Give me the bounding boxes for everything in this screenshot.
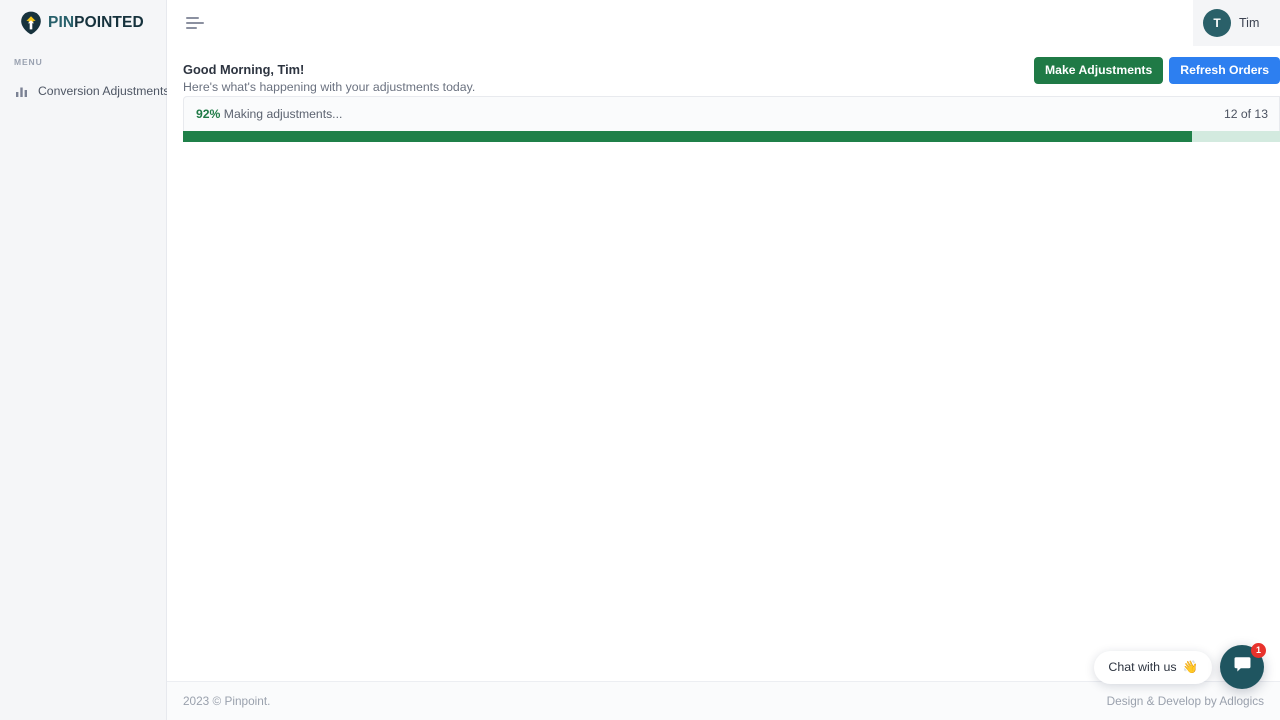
chat-bubble-icon (1233, 655, 1252, 679)
progress-status: 92% Making adjustments... (196, 107, 342, 121)
progress-section: 92% Making adjustments... 12 of 13 (167, 96, 1280, 142)
content-area (167, 142, 1280, 681)
bar-chart-icon (15, 85, 28, 98)
avatar: T (1203, 9, 1231, 37)
chat-pill-label: Chat with us (1108, 660, 1177, 674)
user-name-label: Tim (1239, 16, 1260, 30)
sidebar-item-conversion-adjustments[interactable]: Conversion Adjustments (0, 78, 170, 104)
chat-with-us-pill[interactable]: Chat with us 👋 (1094, 650, 1212, 684)
user-menu[interactable]: T Tim (1193, 0, 1280, 46)
footer-copyright: 2023 © Pinpoint. (183, 694, 271, 708)
footer-credits: Design & Develop by Adlogics (1106, 694, 1264, 708)
top-header: T Tim (167, 0, 1280, 46)
progress-card: 92% Making adjustments... 12 of 13 (183, 96, 1280, 131)
hamburger-line-2 (186, 22, 204, 24)
chat-launcher-button[interactable]: 1 (1220, 643, 1266, 689)
refresh-orders-button[interactable]: Refresh Orders (1169, 57, 1280, 85)
hamburger-menu-icon[interactable] (186, 16, 204, 30)
hamburger-line-3 (186, 27, 197, 29)
brand-logo[interactable]: PINPOINTED (0, 0, 166, 46)
brand-wordmark: PINPOINTED (48, 15, 144, 31)
progress-percent-label: 92% (196, 107, 221, 121)
progress-bar-track (183, 131, 1280, 142)
app-root: PINPOINTED MENU Conversion Adjustments T… (0, 0, 1280, 720)
action-buttons: Make Adjustments Refresh Orders (1034, 57, 1280, 85)
sidebar-item-label: Conversion Adjustments (38, 84, 170, 98)
sidebar: PINPOINTED MENU Conversion Adjustments (0, 0, 170, 720)
chat-widget: Chat with us 👋 1 (1094, 643, 1266, 689)
make-adjustments-button[interactable]: Make Adjustments (1034, 57, 1164, 85)
sidebar-section-label: MENU (14, 57, 43, 67)
waving-hand-icon: 👋 (1182, 659, 1198, 674)
chat-unread-badge: 1 (1251, 643, 1266, 658)
main-column: T Tim Good Morning, Tim! Here's what's h… (167, 0, 1280, 720)
hamburger-line-1 (186, 17, 199, 19)
brand-word-part2: POINTED (74, 14, 144, 32)
progress-status-text: Making adjustments... (223, 107, 343, 121)
progress-count-label: 12 of 13 (1223, 107, 1268, 121)
greeting-section: Good Morning, Tim! Here's what's happeni… (167, 46, 1280, 94)
brand-word-part1: PIN (48, 14, 75, 32)
pin-arrow-logo-icon (20, 11, 42, 35)
progress-bar-fill (183, 131, 1193, 142)
